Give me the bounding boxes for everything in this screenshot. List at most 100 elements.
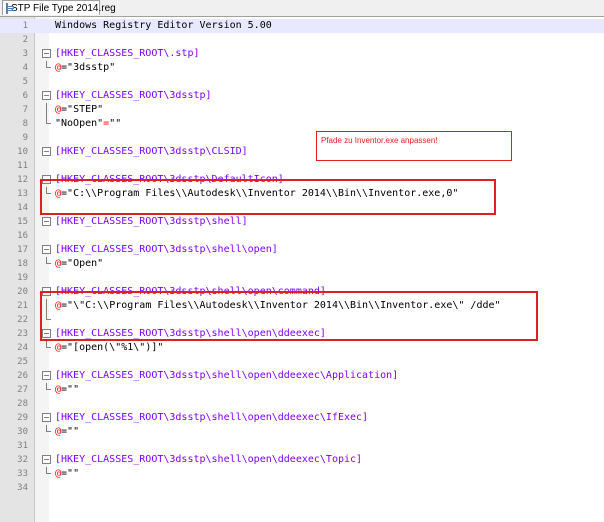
line-code: @="[open(\"%1\")]" — [55, 341, 163, 355]
file-tab[interactable]: STP File Type 2014.reg — [2, 0, 116, 15]
registry-key: [HKEY_CLASSES_ROOT\3dsstp\shell\open\dde… — [55, 370, 399, 381]
code-line[interactable]: 34 — [0, 481, 604, 495]
line-number: 9 — [22, 133, 28, 143]
fold-end-line — [46, 61, 51, 68]
value-text: Windows Registry Editor Version 5.00 — [55, 20, 272, 31]
code-line[interactable]: 9 — [0, 131, 604, 145]
line-code: [HKEY_CLASSES_ROOT\3dsstp\shell] — [55, 215, 248, 229]
registry-key: [HKEY_CLASSES_ROOT\3dsstp\shell] — [55, 216, 248, 227]
line-code: @="" — [55, 383, 79, 397]
fold-end-line — [46, 117, 51, 124]
line-number: 26 — [17, 371, 28, 381]
fold-end-line — [46, 425, 51, 432]
line-number: 1 — [22, 21, 28, 31]
value-text: ="STEP" — [61, 104, 104, 115]
code-line[interactable]: 7 @="STEP" — [0, 103, 604, 117]
code-editor[interactable]: 1 Windows Registry Editor Version 5.00 2 3[… — [0, 17, 604, 522]
line-code: [HKEY_CLASSES_ROOT\3dsstp\shell\open\dde… — [55, 453, 362, 467]
line-number: 18 — [17, 259, 28, 269]
code-line[interactable]: 18 @="Open" — [0, 257, 604, 271]
fold-end-line — [46, 257, 51, 264]
code-line[interactable]: 32 [HKEY_CLASSES_ROOT\3dsstp\shell\open\d… — [0, 453, 604, 467]
line-number: 6 — [22, 91, 28, 101]
line-number: 5 — [22, 77, 28, 87]
fold-minus-icon[interactable] — [42, 371, 51, 380]
line-number: 29 — [17, 413, 28, 423]
value-text: ="3dsstp" — [61, 62, 116, 73]
fold-end-line — [46, 467, 51, 474]
line-number: 34 — [17, 483, 28, 493]
line-code: [HKEY_CLASSES_ROOT\3dsstp\shell\open\dde… — [55, 369, 398, 383]
line-number: 25 — [17, 357, 28, 367]
value-text: ="" — [61, 426, 80, 437]
code-line[interactable]: 30 @="" — [0, 425, 604, 439]
line-number: 11 — [17, 161, 28, 171]
registry-key: [HKEY_CLASSES_ROOT\3dsstp\shell\open\dde… — [55, 412, 369, 423]
value-text: "NoOpen" — [55, 118, 104, 129]
line-number: 15 — [17, 217, 28, 227]
code-line[interactable]: 3 [HKEY_CLASSES_ROOT\.stp] — [0, 47, 604, 61]
registry-key: [HKEY_CLASSES_ROOT\3dsstp\shell\open] — [55, 244, 278, 255]
registry-key: [HKEY_CLASSES_ROOT\3dsstp] — [55, 90, 212, 101]
fold-minus-icon[interactable] — [42, 413, 51, 422]
code-line[interactable]: 4 @="3dsstp" — [0, 61, 604, 75]
reg-file-icon — [6, 2, 14, 14]
code-line[interactable]: 5 — [0, 75, 604, 89]
code-line[interactable]: 17 [HKEY_CLASSES_ROOT\3dsstp\shell\open] — [0, 243, 604, 257]
line-code: [HKEY_CLASSES_ROOT\3dsstp\shell\open\dde… — [55, 411, 368, 425]
line-code: @="" — [55, 467, 79, 481]
fold-end-line — [46, 383, 51, 390]
annotation-text: Pfade zu Inventor.exe anpassen! — [321, 136, 438, 145]
registry-key: [HKEY_CLASSES_ROOT\3dsstp\CLSID] — [55, 146, 248, 157]
fold-minus-icon[interactable] — [42, 49, 51, 58]
code-line[interactable]: 25 — [0, 355, 604, 369]
code-line[interactable]: 15 [HKEY_CLASSES_ROOT\3dsstp\shell] — [0, 215, 604, 229]
code-line[interactable]: 6 [HKEY_CLASSES_ROOT\3dsstp] — [0, 89, 604, 103]
line-number: 2 — [22, 35, 28, 45]
code-line[interactable]: 1 Windows Registry Editor Version 5.00 — [0, 19, 604, 33]
code-line[interactable]: 19 — [0, 271, 604, 285]
code-line[interactable]: 31 — [0, 439, 604, 453]
line-number: 31 — [17, 441, 28, 451]
line-code: [HKEY_CLASSES_ROOT\.stp] — [55, 47, 200, 61]
fold-minus-icon[interactable] — [42, 91, 51, 100]
line-code: @="STEP" — [55, 103, 103, 117]
code-line[interactable]: 11 — [0, 159, 604, 173]
fold-minus-icon[interactable] — [42, 245, 51, 254]
line-number: 4 — [22, 63, 28, 73]
line-code: "NoOpen"="" — [55, 117, 121, 131]
line-code: Windows Registry Editor Version 5.00 — [55, 19, 272, 33]
line-number: 33 — [17, 469, 28, 479]
fold-end-line — [46, 341, 51, 348]
code-line[interactable]: 28 — [0, 397, 604, 411]
code-line[interactable]: 8 "NoOpen"="" — [0, 117, 604, 131]
fold-minus-icon[interactable] — [42, 455, 51, 464]
line-number: 12 — [17, 175, 28, 185]
value-text: ="" — [61, 384, 80, 395]
value-text: ="Open" — [61, 258, 104, 269]
line-number: 16 — [17, 231, 28, 241]
fold-minus-icon[interactable] — [42, 217, 51, 226]
code-line[interactable]: 24 @="[open(\"%1\")]" — [0, 341, 604, 355]
line-number: 32 — [17, 455, 28, 465]
code-line[interactable]: 27 @="" — [0, 383, 604, 397]
code-line[interactable]: 2 — [0, 33, 604, 47]
line-number: 23 — [17, 329, 28, 339]
code-line[interactable]: 33 @="" — [0, 467, 604, 481]
line-number: 22 — [17, 315, 28, 325]
code-line[interactable]: 26 [HKEY_CLASSES_ROOT\3dsstp\shell\open\d… — [0, 369, 604, 383]
highlight-box-defaulticon — [40, 179, 496, 215]
line-number: 7 — [22, 105, 28, 115]
registry-key: [HKEY_CLASSES_ROOT\.stp] — [55, 48, 200, 59]
line-number: 30 — [17, 427, 28, 437]
line-number: 13 — [17, 189, 28, 199]
line-number: 14 — [17, 203, 28, 213]
line-code: [HKEY_CLASSES_ROOT\3dsstp\shell\open] — [55, 243, 278, 257]
fold-minus-icon[interactable] — [42, 147, 51, 156]
file-tab-label: STP File Type 2014.reg — [11, 2, 116, 14]
line-number: 3 — [22, 49, 28, 59]
code-line[interactable]: 29 [HKEY_CLASSES_ROOT\3dsstp\shell\open\d… — [0, 411, 604, 425]
code-line[interactable]: 10 [HKEY_CLASSES_ROOT\3dsstp\CLSID] — [0, 145, 604, 159]
line-number: 10 — [17, 147, 28, 157]
code-line[interactable]: 16 — [0, 229, 604, 243]
